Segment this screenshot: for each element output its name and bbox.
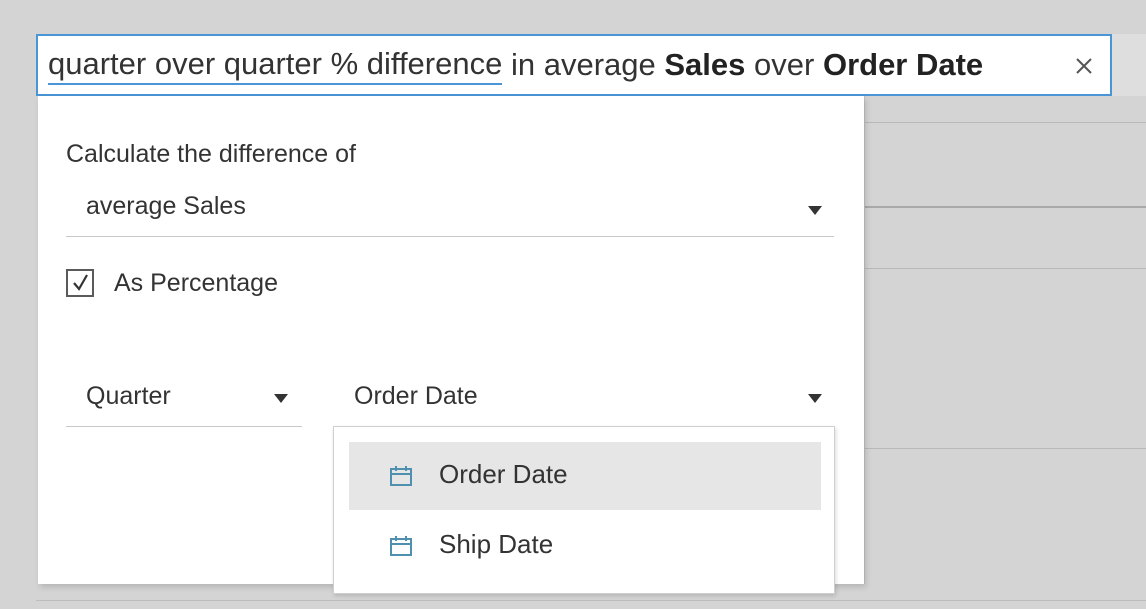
dropdown-option-label: Order Date — [439, 459, 568, 489]
query-dimension[interactable]: Order Date — [823, 47, 983, 83]
calc-label: Calculate the difference of — [66, 140, 357, 168]
worksheet-divider — [36, 600, 1146, 601]
date-field-dropdown-list: Order Date Ship Date — [333, 426, 835, 594]
date-field-select[interactable]: Order Date — [334, 382, 834, 426]
natural-language-query-input[interactable]: quarter over quarter % difference in ave… — [36, 34, 1112, 96]
dropdown-option-label: Ship Date — [439, 529, 554, 559]
dropdown-option-order-date[interactable]: Order Date — [349, 442, 821, 510]
worksheet-divider — [864, 268, 1146, 269]
worksheet-divider — [864, 448, 1146, 449]
query-measure[interactable]: Sales — [664, 47, 745, 83]
date-field-select-value: Order Date — [354, 382, 478, 410]
worksheet-divider — [864, 206, 1146, 208]
query-phrase[interactable]: quarter over quarter % difference — [48, 46, 503, 85]
measure-select[interactable]: average Sales — [66, 188, 834, 237]
calendar-icon — [389, 535, 413, 562]
measure-select-value: average Sales — [86, 192, 246, 220]
as-percentage-label[interactable]: As Percentage — [114, 269, 278, 298]
worksheet-divider — [864, 122, 1146, 123]
period-select[interactable]: Quarter — [66, 382, 302, 427]
query-text-in-average: in average — [510, 47, 656, 82]
as-percentage-checkbox[interactable] — [66, 269, 94, 297]
chevron-down-icon — [274, 394, 288, 403]
worksheet-divider — [864, 96, 865, 584]
query-text-over: over — [754, 47, 815, 82]
period-select-value: Quarter — [86, 382, 171, 410]
chevron-down-icon — [808, 394, 822, 403]
dropdown-option-ship-date[interactable]: Ship Date — [349, 512, 821, 580]
close-icon[interactable] — [1072, 50, 1096, 74]
worksheet-strip — [1112, 34, 1146, 96]
chevron-down-icon — [808, 206, 822, 215]
calendar-icon — [389, 465, 413, 492]
